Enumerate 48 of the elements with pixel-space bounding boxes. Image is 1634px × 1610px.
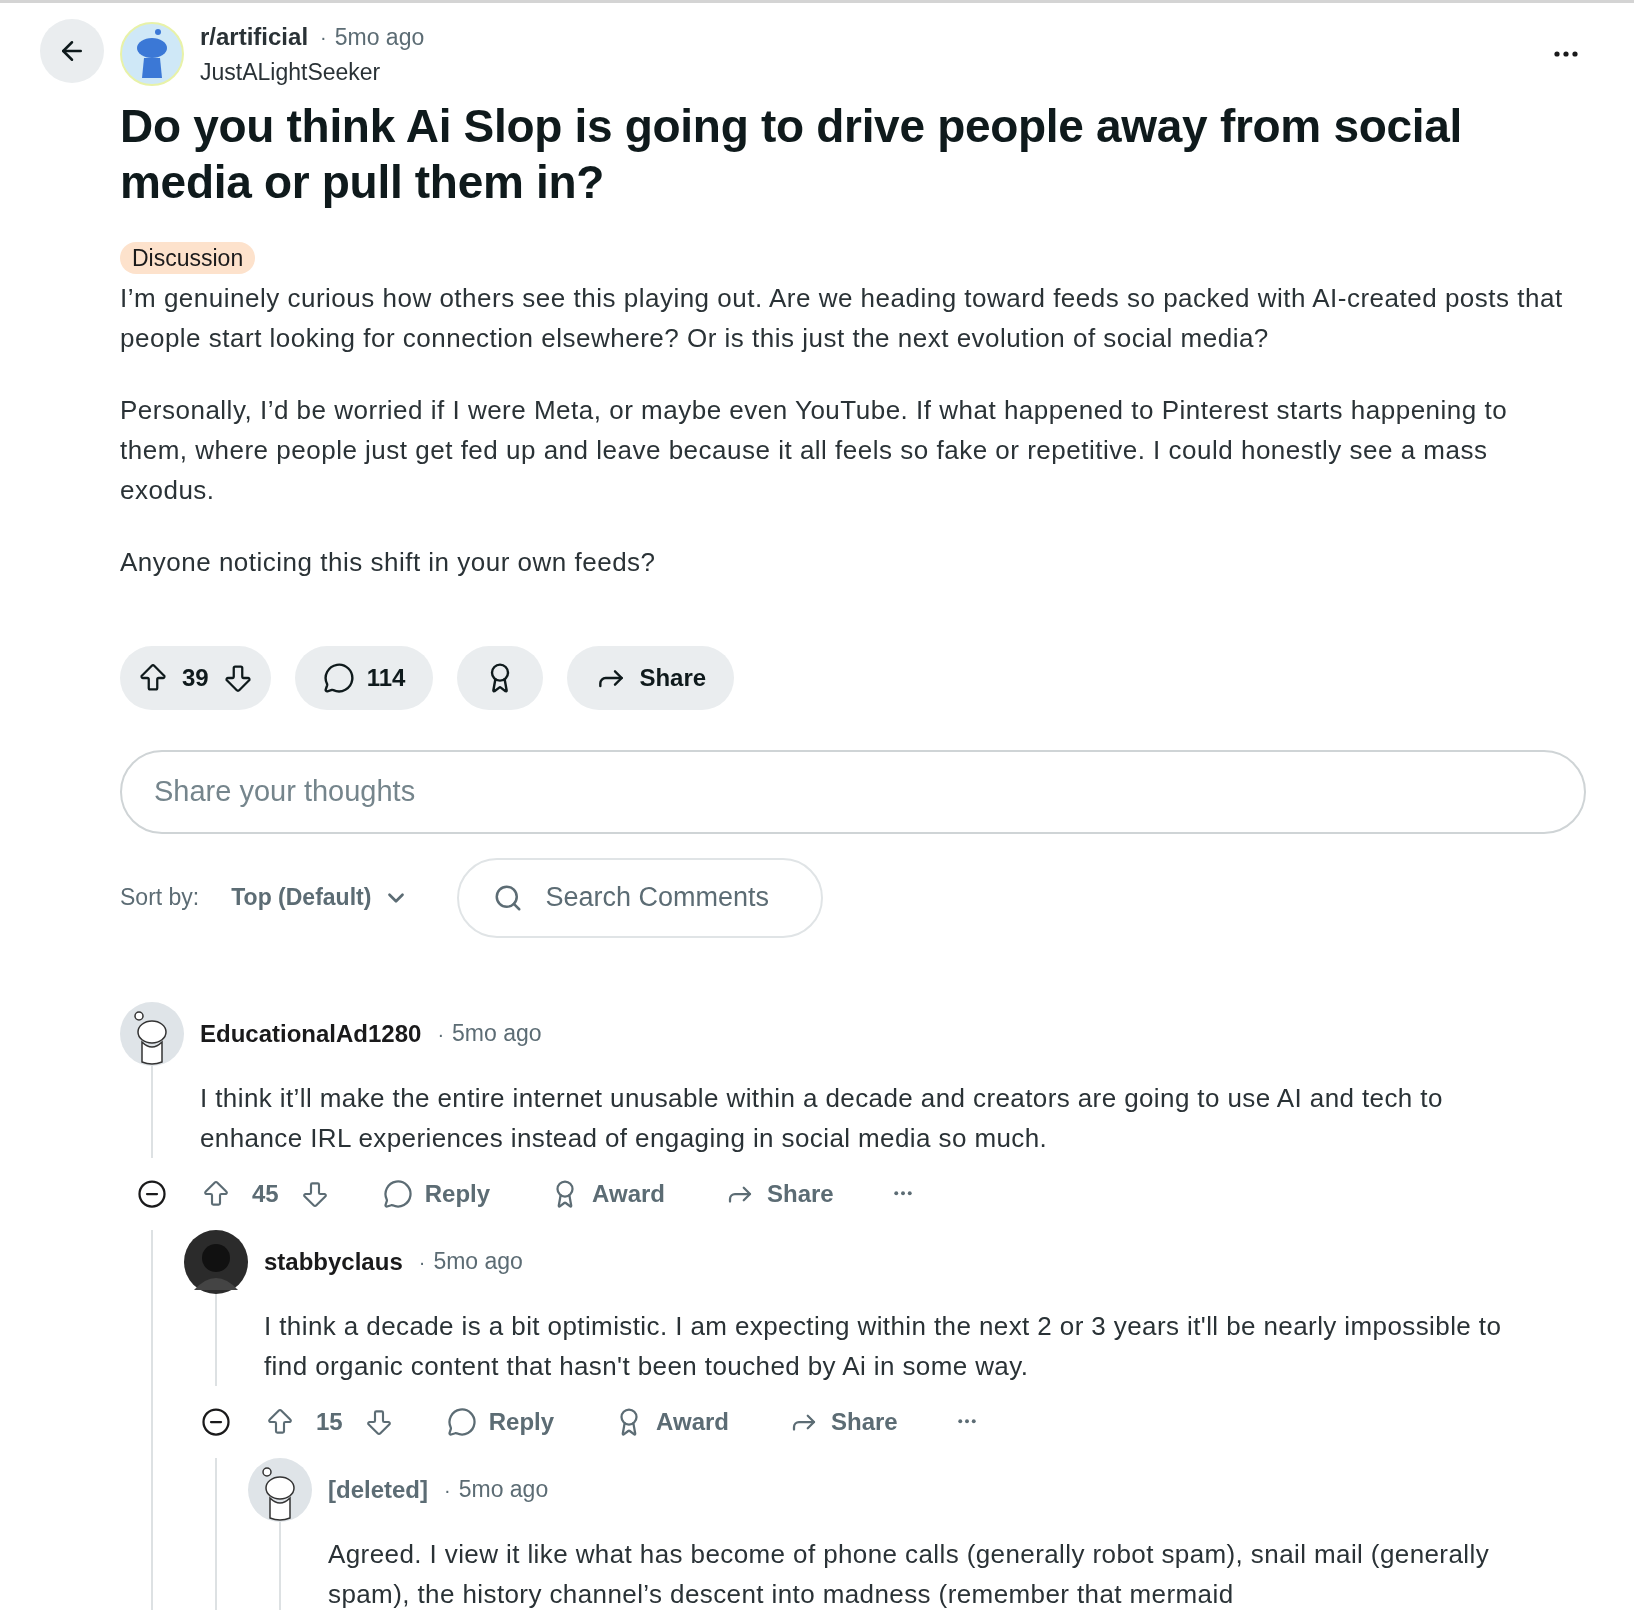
- separator-dot: ·: [444, 1477, 451, 1503]
- flair-tag[interactable]: Discussion: [120, 241, 256, 274]
- share-button[interactable]: Share: [567, 645, 735, 710]
- collapse-button[interactable]: [137, 1178, 167, 1209]
- comment-time: 5mo ago: [452, 1019, 542, 1049]
- comment-author[interactable]: EducationalAd1280: [200, 1015, 422, 1052]
- more-icon: [893, 1191, 912, 1196]
- sort-label: Sort by:: [120, 883, 200, 913]
- comment-time: 5mo ago: [433, 1247, 523, 1277]
- reply-button[interactable]: Reply: [438, 1403, 563, 1440]
- award-button[interactable]: Award: [542, 1175, 673, 1212]
- share-button[interactable]: Share: [781, 1403, 906, 1440]
- comment-text: Agreed. I view it like what has become of phone calls (generally robot spam), snail mail (generally spam), the history channel’s descent into madness (remember that mermaid: [328, 1537, 1491, 1610]
- award-button[interactable]: Award: [606, 1403, 737, 1440]
- comment-text: I think a decade is a bit optimistic. I am expecting within the next 2 or 3 years it'll be nearly impossible to find organic content that hasn't been touched by Ai in some way.: [264, 1309, 1503, 1383]
- avatar-icon: [184, 1229, 248, 1294]
- vote-count: 15: [316, 1406, 343, 1437]
- speech-bubble-icon: [322, 661, 355, 694]
- post-paragraph: Personally, I’d be worried if I were Meta, or maybe even YouTube. If what happened to Pinterest starts happening to them, where people just get fed up and leave because it all feels so fake or repetitive. I could honestly see a mass exodus.: [120, 393, 1509, 507]
- subreddit-name[interactable]: r/artificial: [200, 19, 309, 55]
- separator-dot: ·: [437, 1021, 445, 1047]
- share-button[interactable]: Share: [717, 1175, 842, 1212]
- post-paragraph: Anyone noticing this shift in your own feeds?: [120, 545, 657, 579]
- sort-dropdown[interactable]: Top (Default): [231, 880, 410, 915]
- collapse-icon: [201, 1406, 231, 1437]
- comments-button[interactable]: 114: [294, 645, 434, 710]
- vote-count: 45: [252, 1178, 279, 1209]
- comment-input-field[interactable]: Share your thoughts: [120, 749, 1586, 834]
- post-paragraph: I’m genuinely curious how others see this playing out. Are we heading toward feeds so packed with AI-created posts that people start looking for connection elsewhere? Or is this just the next evolution of social media?: [120, 281, 1564, 355]
- community-avatar-icon: [120, 22, 184, 87]
- comment-author[interactable]: [deleted]: [328, 1471, 428, 1508]
- comment-author[interactable]: stabbyclaus: [264, 1243, 403, 1280]
- post-title: Do you think Ai Slop is going to drive people away from social media or pull them in?: [120, 98, 1463, 210]
- reply-button[interactable]: Reply: [374, 1175, 499, 1212]
- more-icon: [1554, 51, 1578, 58]
- comment-time: 5mo ago: [458, 1475, 549, 1505]
- post-author[interactable]: JustALightSeeker: [200, 55, 425, 90]
- search-comments-field[interactable]: Search Comments: [457, 857, 824, 938]
- vote-count: 39: [182, 662, 209, 693]
- speech-bubble-icon: [382, 1178, 413, 1209]
- collapse-button[interactable]: [201, 1406, 231, 1437]
- separator-dot: ·: [418, 1249, 426, 1275]
- post-time: 5mo ago: [334, 22, 425, 52]
- comment-text: I think it’ll make the entire internet unusable within a decade and creators are going to use AI and tech to enhance IRL experiences instead of engaging in social media so much.: [200, 1081, 1444, 1155]
- collapse-icon: [137, 1178, 167, 1209]
- separator-dot: ·: [320, 25, 327, 50]
- speech-bubble-icon: [446, 1406, 477, 1437]
- more-icon: [957, 1419, 976, 1424]
